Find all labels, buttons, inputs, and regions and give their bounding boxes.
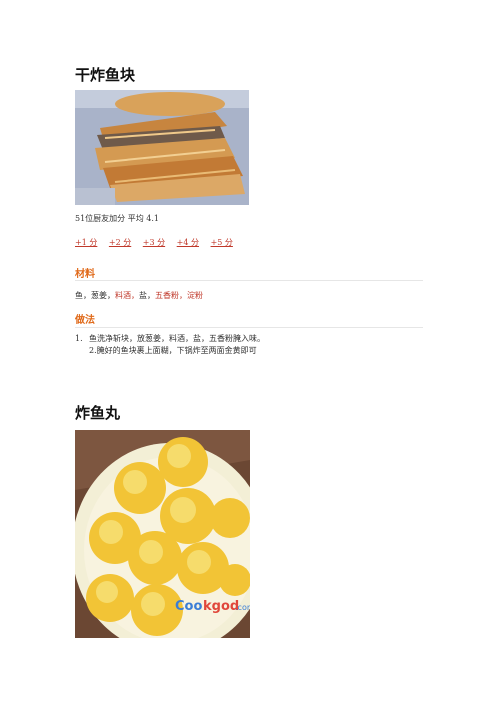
method-steps: 1. 鱼洗净斩块，放葱姜，料酒，盐，五香粉腌入味。 2.腌好的鱼块裹上面糊，下锅炸… — [75, 333, 265, 357]
ingredients-list: 鱼，葱姜，料酒，盐，五香粉，淀粉 — [75, 290, 203, 301]
recipe-title-fish-balls: 炸鱼丸 — [75, 404, 121, 422]
vote-5-link[interactable]: +5 分 — [211, 238, 233, 247]
recipe-title-fried-fish: 干炸鱼块 — [75, 66, 136, 84]
ingredient-item: 鱼， — [75, 291, 91, 300]
ingredient-link[interactable]: 淀粉 — [187, 291, 203, 300]
vote-2-link[interactable]: +2 分 — [109, 238, 131, 247]
vote-1-link[interactable]: +1 分 — [75, 238, 97, 247]
vote-links: +1 分 +2 分 +3 分 +4 分 +5 分 — [75, 237, 242, 248]
step-number: 1. — [75, 334, 83, 343]
step-text: 鱼洗净斩块，放葱姜，料酒，盐，五香粉腌入味。 — [89, 334, 265, 343]
recipe-page: 干炸鱼块 51位厨友加分 平均 4.1 +1 分 +2 分 +3 分 +4 分 … — [0, 0, 496, 702]
svg-text:Coo: Coo — [175, 599, 202, 614]
vote-3-link[interactable]: +3 分 — [143, 238, 165, 247]
ingredient-link[interactable]: 五香粉， — [155, 291, 187, 300]
ingredient-link[interactable]: 料酒， — [115, 291, 139, 300]
svg-text:kgod: kgod — [203, 599, 239, 614]
rating-summary: 51位厨友加分 平均 4.1 — [75, 214, 159, 223]
ingredient-item: 葱姜， — [91, 291, 115, 300]
divider — [75, 280, 423, 281]
method-heading: 做法 — [75, 315, 95, 326]
step-text: 2.腌好的鱼块裹上面糊，下锅炸至两面金黄即可 — [89, 346, 257, 355]
divider — [75, 327, 423, 328]
fish-balls-photo: Coo kgod .com — [75, 430, 250, 638]
fried-fish-photo — [75, 90, 249, 205]
ingredient-item: 盐， — [139, 291, 155, 300]
fish-balls-image: Coo kgod .com — [75, 430, 250, 638]
ingredients-heading: 材料 — [75, 269, 95, 280]
svg-text:.com: .com — [235, 603, 250, 612]
fried-fish-image — [75, 90, 249, 205]
vote-4-link[interactable]: +4 分 — [177, 238, 199, 247]
